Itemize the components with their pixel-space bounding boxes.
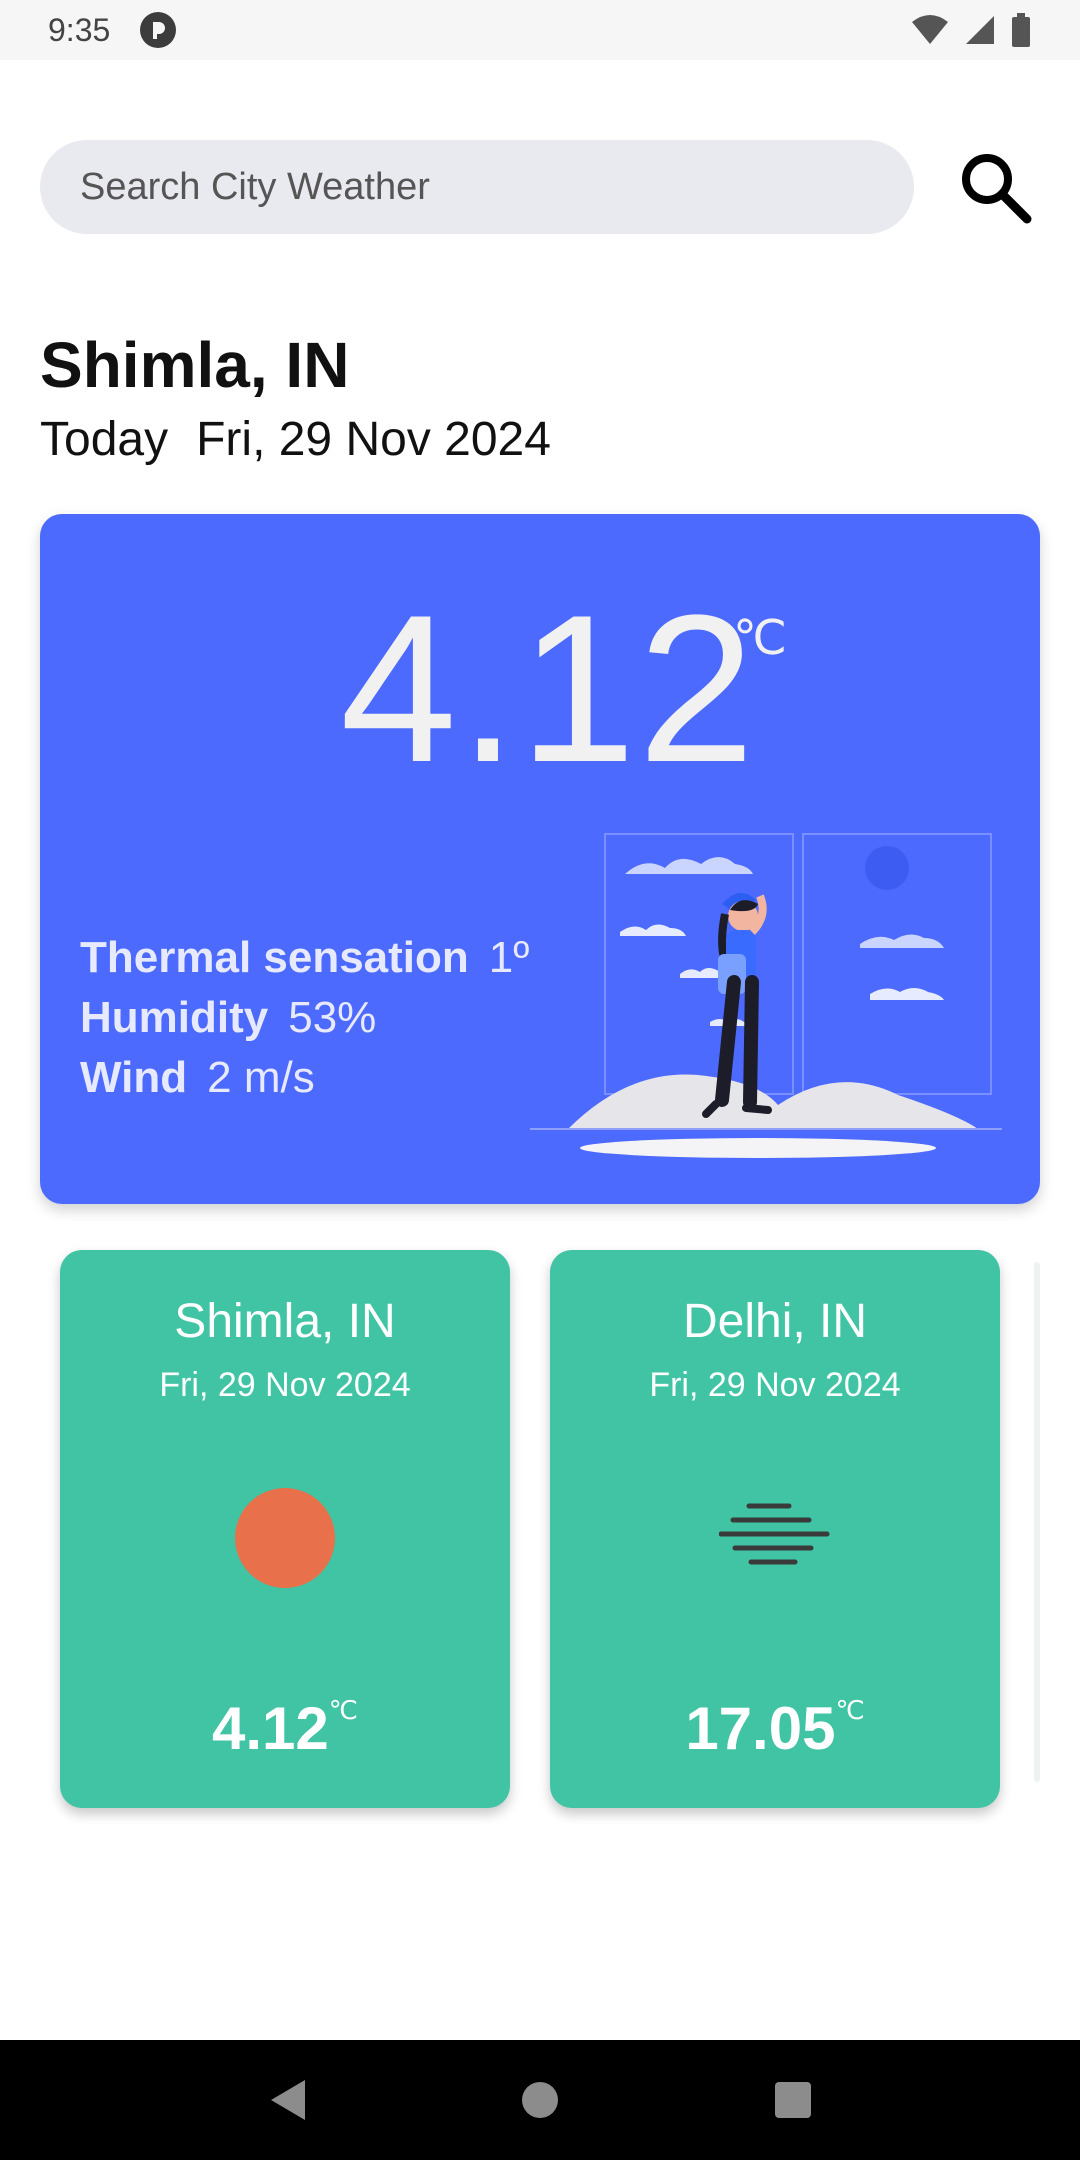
- card-city-name: Delhi, IN: [682, 1295, 868, 1348]
- card-weather-icon: [60, 1486, 510, 1590]
- card-temperature-unit: ℃: [328, 1695, 358, 1725]
- weather-details: Thermal sensation 1º Humidity 53% Wind 2 m/…: [80, 928, 529, 1108]
- search-button[interactable]: [950, 142, 1040, 232]
- system-nav-bar: [0, 2040, 1080, 2160]
- current-temperature: 4.12: [340, 571, 757, 806]
- status-bar: 9:35: [0, 0, 1080, 60]
- thermal-value: 1º: [488, 933, 530, 982]
- humidity-label: Humidity: [80, 993, 269, 1042]
- search-row: [40, 140, 1040, 234]
- humidity-row: Humidity 53%: [80, 988, 529, 1048]
- wind-value: 2 m/s: [207, 1053, 315, 1102]
- recents-icon: [775, 2082, 812, 2118]
- wind-row: Wind 2 m/s: [80, 1048, 529, 1108]
- city-card-shimla[interactable]: Shimla, IN Fri, 29 Nov 2024 4.12℃: [60, 1250, 510, 1808]
- search-icon: [962, 154, 1032, 224]
- status-time: 9:35: [48, 11, 111, 48]
- current-date: Fri, 29 Nov 2024: [196, 413, 551, 466]
- traveler-illustration: [530, 833, 1002, 1158]
- card-temperature-unit: ℃: [835, 1695, 865, 1725]
- card-weather-icon: [550, 1486, 1000, 1590]
- app-notification-icon: [140, 12, 177, 48]
- date-line: Today Fri, 29 Nov 2024: [40, 412, 551, 467]
- back-button[interactable]: [247, 2060, 327, 2140]
- today-label: Today: [40, 413, 169, 466]
- status-right: [910, 13, 1032, 47]
- wind-label: Wind: [80, 1053, 188, 1102]
- card-city-name: Shimla, IN: [174, 1295, 396, 1348]
- search-input[interactable]: [40, 140, 914, 234]
- status-left: 9:35: [48, 11, 177, 49]
- humidity-value: 53%: [288, 993, 377, 1042]
- page-title: Shimla, IN: [40, 329, 350, 401]
- recents-button[interactable]: [753, 2060, 833, 2140]
- wifi-icon: [912, 15, 948, 44]
- card-temperature-value: 17.05: [685, 1695, 836, 1762]
- haze-icon: [719, 1503, 830, 1565]
- back-icon: [270, 2080, 305, 2120]
- signal-icon: [966, 16, 994, 44]
- card-temperature: 4.12℃: [60, 1694, 510, 1763]
- card-temperature-value: 4.12: [212, 1695, 329, 1762]
- card-date: Fri, 29 Nov 2024: [649, 1366, 901, 1404]
- card-temperature: 17.05℃: [550, 1694, 1000, 1763]
- city-card-delhi[interactable]: Delhi, IN Fri, 29 Nov 2024 17.05℃: [550, 1250, 1000, 1808]
- next-card-edge: [1034, 1262, 1040, 1782]
- card-date: Fri, 29 Nov 2024: [159, 1366, 411, 1404]
- thermal-label: Thermal sensation: [80, 933, 469, 982]
- temperature-unit: ℃: [733, 612, 787, 665]
- sun-icon: [235, 1488, 335, 1588]
- home-button[interactable]: [500, 2060, 580, 2140]
- battery-icon: [1012, 13, 1030, 47]
- weather-app-screen: 9:35 Search City Weather Shimla, IN Toda…: [0, 0, 1080, 2160]
- current-weather-card: 4.12 ℃ Thermal sensation 1º Humidity 53% W…: [40, 514, 1040, 1204]
- thermal-row: Thermal sensation 1º: [80, 928, 529, 988]
- home-icon: [521, 2082, 558, 2118]
